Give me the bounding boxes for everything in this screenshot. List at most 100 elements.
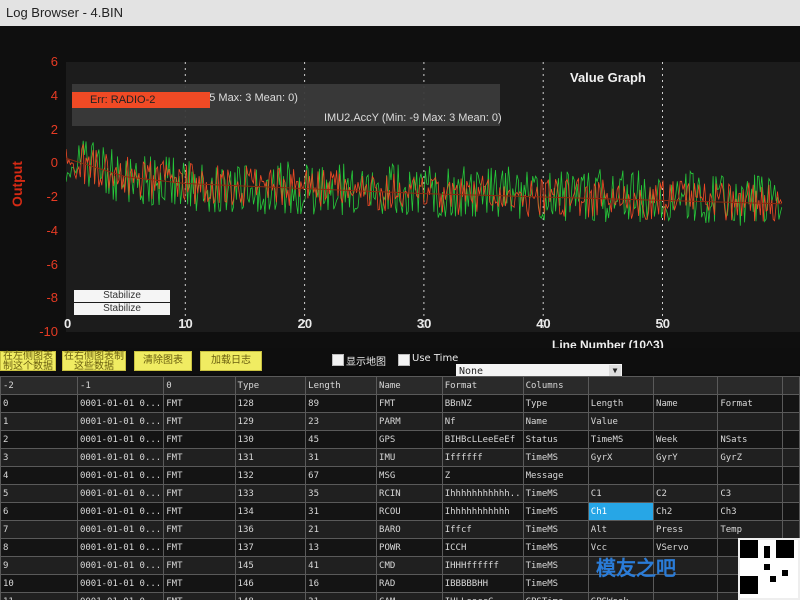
table-cell[interactable]: Ihhhhhhhhhhh.. xyxy=(441,484,524,503)
table-cell[interactable] xyxy=(587,466,655,485)
table-cell[interactable]: Type xyxy=(522,394,589,413)
column-header[interactable] xyxy=(781,376,800,395)
table-cell[interactable]: 31 xyxy=(305,502,378,521)
table-cell[interactable]: CAM xyxy=(376,592,443,600)
table-cell[interactable]: Iffffff xyxy=(441,448,524,467)
table-cell[interactable]: 3 xyxy=(0,448,78,467)
table-cell[interactable] xyxy=(781,430,800,449)
table-cell[interactable]: FMT xyxy=(163,502,236,521)
column-header[interactable]: Name xyxy=(376,376,443,395)
table-cell[interactable]: NSats xyxy=(717,430,783,449)
table-cell[interactable]: 148 xyxy=(234,592,307,600)
table-cell[interactable]: 0001-01-01 0... xyxy=(76,394,165,413)
table-cell[interactable]: Length xyxy=(587,394,655,413)
table-cell[interactable]: TimeMS xyxy=(522,538,589,557)
table-cell[interactable]: GyrY xyxy=(653,448,719,467)
table-cell[interactable]: FMT xyxy=(163,520,236,539)
table-cell[interactable]: 146 xyxy=(234,574,307,593)
table-cell[interactable]: 67 xyxy=(305,466,378,485)
table-cell[interactable] xyxy=(781,484,800,503)
table-cell[interactable]: 21 xyxy=(305,520,378,539)
table-cell[interactable]: Value xyxy=(587,412,655,431)
table-cell[interactable] xyxy=(781,448,800,467)
table-cell[interactable]: 128 xyxy=(234,394,307,413)
table-cell[interactable]: C2 xyxy=(653,484,719,503)
table-cell[interactable]: BIHBcLLeeEeEf xyxy=(441,430,524,449)
load-log-button[interactable]: 加载日志 xyxy=(200,351,262,371)
table-row[interactable]: 7 0001-01-01 0... FMT 136 21 BARO Iffcf TimeMS A… xyxy=(0,520,800,539)
table-cell[interactable]: BBnNZ xyxy=(441,394,524,413)
table-cell[interactable]: 5 xyxy=(0,484,78,503)
column-header[interactable] xyxy=(717,376,783,395)
table-cell[interactable]: GyrX xyxy=(587,448,655,467)
table-row[interactable]: 5 0001-01-01 0... FMT 133 35 RCIN Ihhhhhhhhhhh… xyxy=(0,484,800,503)
table-cell[interactable]: FMT xyxy=(163,448,236,467)
table-cell[interactable]: 0001-01-01 0... xyxy=(76,430,165,449)
table-cell[interactable]: C3 xyxy=(717,484,783,503)
table-cell[interactable]: IHLLeeccC xyxy=(441,592,524,600)
table-cell[interactable]: C1 xyxy=(587,484,655,503)
table-cell[interactable]: 16 xyxy=(305,574,378,593)
table-cell[interactable]: 2 xyxy=(0,430,78,449)
table-cell[interactable]: TimeMS xyxy=(522,520,589,539)
table-cell[interactable]: FMT xyxy=(376,394,443,413)
table-cell[interactable]: 31 xyxy=(305,592,378,600)
table-cell[interactable]: PARM xyxy=(376,412,443,431)
table-cell[interactable]: 0001-01-01 0... xyxy=(76,412,165,431)
table-cell[interactable] xyxy=(781,502,800,521)
table-cell[interactable]: FMT xyxy=(163,412,236,431)
table-cell[interactable]: TimeMS xyxy=(522,484,589,503)
graph-right-button[interactable]: 在右侧图表制这些数据 xyxy=(62,351,126,372)
table-cell[interactable]: TimeMS xyxy=(522,448,589,467)
table-row[interactable]: 3 0001-01-01 0... FMT 131 31 IMU Iffffff TimeMS… xyxy=(0,448,800,467)
table-cell[interactable]: 131 xyxy=(234,448,307,467)
table-cell[interactable]: Temp xyxy=(717,520,783,539)
column-header[interactable]: 0 xyxy=(163,376,236,395)
table-cell[interactable]: Alt xyxy=(587,520,655,539)
table-cell[interactable]: 0001-01-01 0... xyxy=(76,574,165,593)
column-header[interactable]: Columns xyxy=(522,376,589,395)
table-row[interactable]: 10 0001-01-01 0... FMT 146 16 RAD IBBBBBHH Time… xyxy=(0,574,800,593)
table-cell[interactable]: 23 xyxy=(305,412,378,431)
table-cell[interactable]: 0 xyxy=(0,394,78,413)
table-cell[interactable] xyxy=(717,466,783,485)
table-cell[interactable]: 0001-01-01 0... xyxy=(76,448,165,467)
column-header[interactable]: Type xyxy=(234,376,307,395)
table-cell[interactable]: MSG xyxy=(376,466,443,485)
table-cell[interactable] xyxy=(781,466,800,485)
table-cell[interactable]: 0001-01-01 0... xyxy=(76,538,165,557)
table-cell[interactable] xyxy=(781,394,800,413)
table-cell[interactable]: 0001-01-01 0... xyxy=(76,484,165,503)
table-cell[interactable]: BARO xyxy=(376,520,443,539)
table-row[interactable]: 1 0001-01-01 0... FMT 129 23 PARM Nf Name Value xyxy=(0,412,800,431)
table-cell[interactable]: Name xyxy=(522,412,589,431)
table-cell[interactable]: GPSWeek xyxy=(587,592,655,600)
table-cell[interactable]: 8 xyxy=(0,538,78,557)
table-cell[interactable]: TimeMS xyxy=(587,430,655,449)
table-row[interactable]: 6 0001-01-01 0... FMT 134 31 RCOU Ihhhhhhhhhhh… xyxy=(0,502,800,521)
table-cell[interactable]: IHHHffffff xyxy=(441,556,524,575)
table-cell[interactable]: 6 xyxy=(0,502,78,521)
table-cell[interactable]: IMU xyxy=(376,448,443,467)
table-cell[interactable]: 13 xyxy=(305,538,378,557)
table-cell[interactable]: RAD xyxy=(376,574,443,593)
table-cell[interactable] xyxy=(781,412,800,431)
table-cell[interactable]: 11 xyxy=(0,592,78,600)
table-cell[interactable]: RCIN xyxy=(376,484,443,503)
table-cell[interactable]: IBBBBBHH xyxy=(441,574,524,593)
table-cell[interactable]: Name xyxy=(653,394,719,413)
table-cell[interactable]: FMT xyxy=(163,574,236,593)
table-cell[interactable]: Status xyxy=(522,430,589,449)
table-cell[interactable]: 0001-01-01 0... xyxy=(76,556,165,575)
table-cell[interactable]: 45 xyxy=(305,430,378,449)
table-cell[interactable]: ICCH xyxy=(441,538,524,557)
table-cell[interactable]: RCOU xyxy=(376,502,443,521)
table-cell[interactable]: 41 xyxy=(305,556,378,575)
table-cell[interactable]: 134 xyxy=(234,502,307,521)
table-cell[interactable]: 129 xyxy=(234,412,307,431)
table-row[interactable]: 4 0001-01-01 0... FMT 132 67 MSG Z Message xyxy=(0,466,800,485)
table-cell[interactable]: 132 xyxy=(234,466,307,485)
table-cell[interactable]: Press xyxy=(653,520,719,539)
column-header[interactable]: -2 xyxy=(0,376,78,395)
graph-left-button[interactable]: 在左侧图表制这个数据 xyxy=(0,351,56,372)
